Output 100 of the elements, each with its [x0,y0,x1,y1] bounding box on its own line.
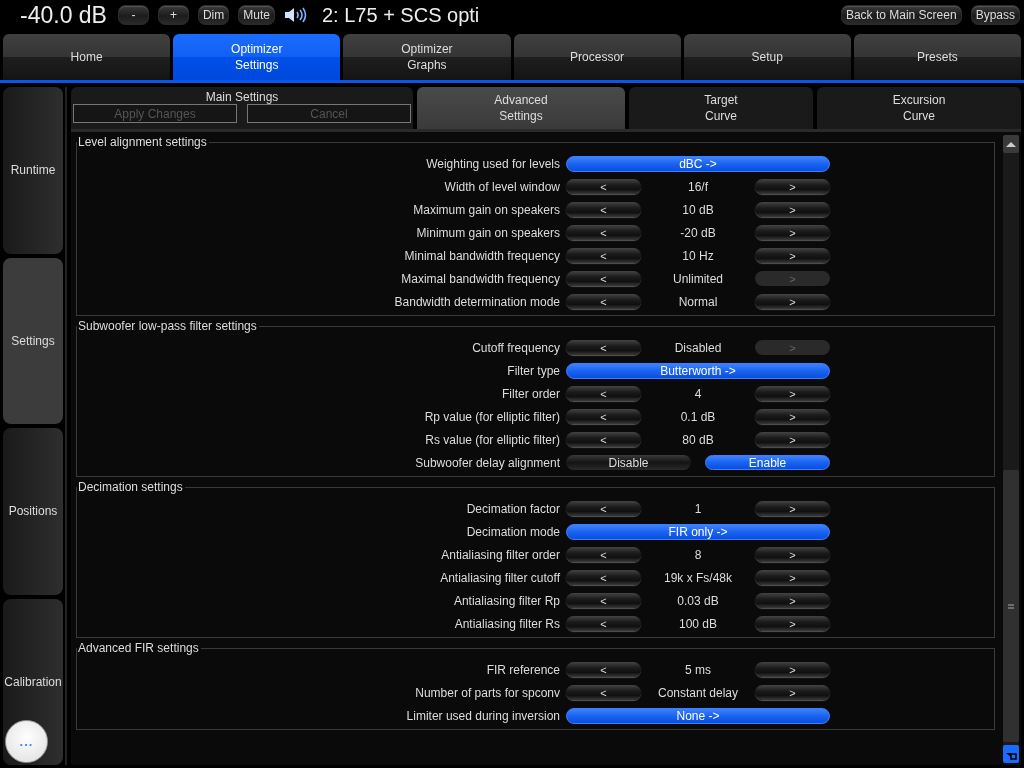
sidebar-tab[interactable]: Positions [3,428,63,595]
setting-value: 5 ms [684,662,712,677]
next-button[interactable]: > [755,202,830,217]
sidebar-tab[interactable]: Settings [3,257,63,424]
setting-value: 100 dB [677,616,718,631]
next-button[interactable]: > [755,432,830,447]
setting-value: Disabled [673,340,723,355]
speaker-icon[interactable] [283,7,307,23]
previous-button[interactable]: < [566,271,641,286]
grip-icon [1008,603,1014,609]
setting-label: Antialiasing filter order [440,547,561,562]
setting-label: Width of level window [443,179,561,194]
scrollbar[interactable] [1003,135,1019,763]
group-title: Level alignment settings [77,135,208,149]
setting-label: Maximal bandwidth frequency [400,271,561,286]
setting-label: FIR reference [485,662,561,677]
next-button[interactable]: > [755,593,830,608]
main-tab[interactable]: Home [3,34,171,80]
sidebar-tab[interactable]: Runtime [3,87,63,254]
choice-button[interactable]: Butterworth -> [566,362,830,379]
previous-button[interactable]: < [566,593,641,608]
choice-button[interactable]: dBC -> [566,155,830,172]
previous-button[interactable]: < [566,179,641,194]
previous-button[interactable]: < [566,409,641,424]
setting-label: Subwoofer delay alignment [414,455,561,470]
next-button[interactable]: > [755,409,830,424]
main-tab[interactable]: Processor [513,34,681,80]
next-button[interactable]: > [755,547,830,562]
previous-button[interactable]: < [566,248,641,263]
preset-title: 2: L75 + SCS opti [321,3,480,27]
resize-corner-icon[interactable] [1003,745,1019,763]
choice-button[interactable]: FIR only -> [566,523,830,540]
next-button[interactable]: > [755,248,830,263]
previous-button[interactable]: < [566,662,641,677]
scroll-up-icon[interactable] [1003,135,1019,153]
setting-value: Unlimited [672,271,724,286]
previous-button[interactable]: < [566,616,641,631]
setting-value: 10 dB [681,202,715,217]
next-button[interactable]: > [755,386,830,401]
setting-label: Decimation mode [465,524,561,539]
toggle-option[interactable]: Enable [705,455,830,470]
back-button[interactable]: Back to Main Screen [840,5,962,25]
previous-button[interactable]: < [566,225,641,240]
previous-button[interactable]: < [566,386,641,401]
setting-label: Cutoff frequency [471,340,561,355]
main-tab[interactable]: Optimizer Settings [173,34,341,80]
previous-button[interactable]: < [566,547,641,562]
setting-label: Antialiasing filter Rs [453,616,561,631]
setting-value: 4 [693,386,703,401]
setting-label: Minimum gain on speakers [415,225,561,240]
sub-tab-label: Main Settings [205,90,279,104]
previous-button[interactable]: < [566,340,641,355]
previous-button[interactable]: < [566,570,641,585]
next-button[interactable]: > [755,685,830,700]
toggle-option[interactable]: Disable [566,455,691,470]
setting-value: 0.03 dB [676,593,720,608]
next-button[interactable]: > [755,616,830,631]
setting-label: Rp value (for elliptic filter) [423,409,561,424]
next-button[interactable]: > [755,179,830,194]
previous-button[interactable]: < [566,685,641,700]
previous-button[interactable]: < [566,432,641,447]
next-button[interactable]: > [755,294,830,309]
setting-value: 80 dB [681,432,715,447]
setting-label: Decimation factor [465,501,561,516]
volume-down-button[interactable]: - [117,5,149,25]
setting-value: 1 [693,501,703,516]
choice-button[interactable]: None -> [566,707,830,724]
volume-readout: -40.0 dB [20,1,107,29]
dim-button[interactable]: Dim [197,5,230,25]
previous-button[interactable]: < [566,501,641,516]
setting-value: 16/f [687,179,709,194]
previous-button[interactable]: < [566,202,641,217]
previous-button[interactable]: < [566,294,641,309]
main-tab[interactable]: Optimizer Graphs [343,34,511,80]
next-button[interactable]: > [755,501,830,516]
setting-label: Rs value (for elliptic filter) [424,432,561,447]
group-title: Advanced FIR settings [77,641,200,655]
next-button[interactable]: > [755,570,830,585]
sub-tab[interactable]: Excursion Curve [817,87,1021,129]
sub-tab[interactable]: Target Curve [629,87,813,129]
setting-label: Bandwidth determination mode [393,294,561,309]
sub-tab[interactable]: Advanced Settings [417,87,625,129]
group-title: Subwoofer low-pass filter settings [77,319,258,333]
setting-label: Filter order [501,386,561,401]
setting-label: Antialiasing filter Rp [452,593,561,608]
setting-value: 10 Hz [681,248,715,263]
volume-up-button[interactable]: + [157,5,189,25]
setting-label: Antialiasing filter cutoff [439,570,561,585]
main-tab[interactable]: Presets [853,34,1022,80]
setting-label: Number of parts for spconv [414,685,561,700]
next-button[interactable]: > [755,662,830,677]
setting-value: Constant delay [656,685,740,700]
setting-value: 8 [693,547,703,562]
main-tab[interactable]: Setup [683,34,851,80]
mute-button[interactable]: Mute [238,5,275,25]
setting-label: Limiter used during inversion [405,708,561,723]
bypass-button[interactable]: Bypass [970,5,1020,25]
setting-value: 0.1 dB [679,409,717,424]
setting-label: Minimal bandwidth frequency [403,248,561,263]
next-button[interactable]: > [755,225,830,240]
